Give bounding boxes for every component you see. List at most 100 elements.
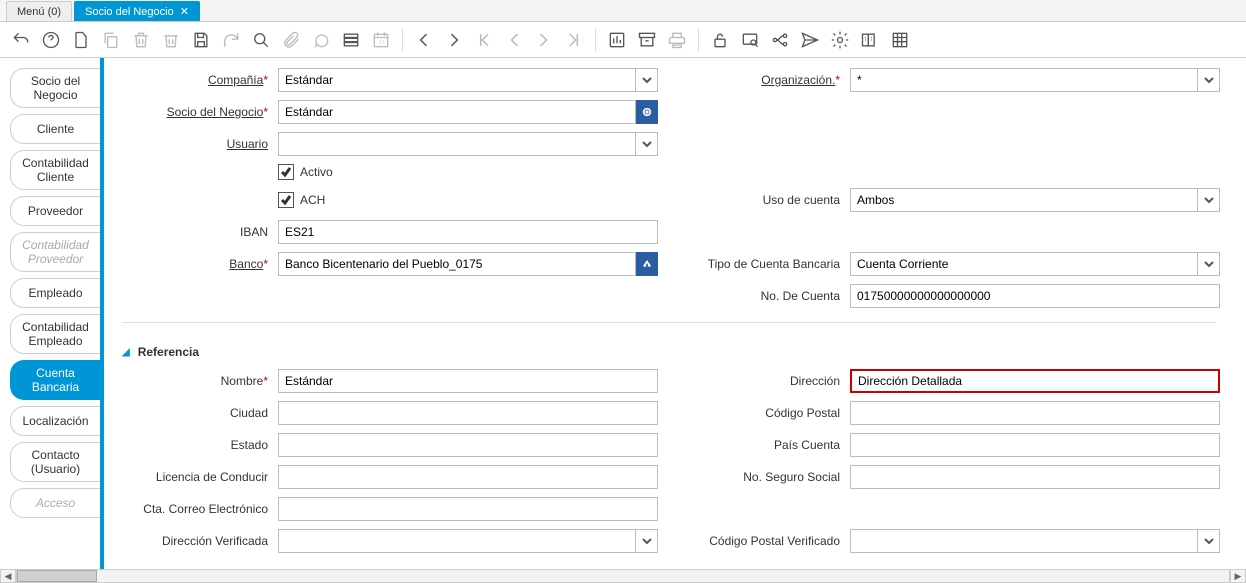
input-pais-cuenta[interactable] <box>850 433 1220 457</box>
sidetab-contab-proveedor[interactable]: ContabilidadProveedor <box>10 232 100 272</box>
sidetab-localizacion[interactable]: Localización <box>10 406 100 436</box>
label-no-cuenta: No. De Cuenta <box>761 289 840 303</box>
sidetab-acceso[interactable]: Acceso <box>10 488 100 518</box>
csv-icon[interactable] <box>889 29 911 51</box>
print-icon[interactable] <box>666 29 688 51</box>
label-organizacion: Organización. <box>761 73 835 87</box>
label-codigo-postal: Código Postal <box>765 406 840 420</box>
input-correo[interactable] <box>278 497 658 521</box>
tab-socio[interactable]: Socio del Negocio ✕ <box>74 1 200 21</box>
input-dir-verif[interactable] <box>278 529 636 553</box>
dropdown-cp-verif[interactable] <box>1198 529 1220 553</box>
label-socio: Socio del Negocio <box>167 105 264 119</box>
delete-icon[interactable] <box>130 29 152 51</box>
input-cp-verif[interactable] <box>850 529 1198 553</box>
scroll-right-icon[interactable]: ▶ <box>1230 569 1246 583</box>
label-usuario: Usuario <box>227 137 268 151</box>
toolbar-separator-3 <box>698 28 699 52</box>
sidetab-cliente[interactable]: Cliente <box>10 114 100 144</box>
sidetab-socio[interactable]: Socio delNegocio <box>10 68 100 108</box>
sidetab-label: Acceso <box>36 496 75 510</box>
report-icon[interactable] <box>606 29 628 51</box>
label-banco: Banco <box>229 257 263 271</box>
input-codigo-postal[interactable] <box>850 401 1220 425</box>
prev-rec-icon[interactable] <box>503 29 525 51</box>
lock-icon[interactable] <box>709 29 731 51</box>
send-icon[interactable] <box>799 29 821 51</box>
toggle-grid-icon[interactable] <box>340 29 362 51</box>
product-attrib-icon[interactable] <box>859 29 881 51</box>
form-content: Compañía* Organización.* Socio del Negoc… <box>104 58 1246 583</box>
label-ciudad: Ciudad <box>230 406 268 420</box>
input-usuario[interactable] <box>278 132 636 156</box>
tab-menu[interactable]: Menú (0) <box>6 1 72 21</box>
scroll-left-icon[interactable]: ◀ <box>0 569 16 583</box>
input-ciudad[interactable] <box>278 401 658 425</box>
checkbox-ach[interactable] <box>278 192 294 208</box>
input-banco[interactable] <box>278 252 636 276</box>
sidetab-contab-cliente[interactable]: ContabilidadCliente <box>10 150 100 190</box>
label-licencia: Licencia de Conducir <box>156 470 268 484</box>
refresh-icon[interactable] <box>220 29 242 51</box>
undo-icon[interactable] <box>10 29 32 51</box>
dropdown-uso-cuenta[interactable] <box>1198 188 1220 212</box>
required-marker: * <box>263 105 268 119</box>
sidetab-proveedor[interactable]: Proveedor <box>10 196 100 226</box>
input-licencia[interactable] <box>278 465 658 489</box>
attach-icon[interactable] <box>280 29 302 51</box>
sidetab-label: Proveedor <box>28 204 83 218</box>
input-uso-cuenta[interactable] <box>850 188 1198 212</box>
dropdown-tipo-cuenta[interactable] <box>1198 252 1220 276</box>
input-estado[interactable] <box>278 433 658 457</box>
dropdown-dir-verif[interactable] <box>636 529 658 553</box>
sidetab-contab-empleado[interactable]: ContabilidadEmpleado <box>10 314 100 354</box>
workflow-icon[interactable] <box>769 29 791 51</box>
input-nombre[interactable] <box>278 369 658 393</box>
required-marker: * <box>835 73 840 87</box>
checkbox-activo[interactable] <box>278 164 294 180</box>
next-icon[interactable] <box>443 29 465 51</box>
new-icon[interactable] <box>70 29 92 51</box>
save-icon[interactable] <box>190 29 212 51</box>
calendar-icon[interactable]: 31 <box>370 29 392 51</box>
input-iban[interactable] <box>278 220 658 244</box>
prev-icon[interactable] <box>413 29 435 51</box>
gear-icon[interactable] <box>829 29 851 51</box>
delete-selection-icon[interactable] <box>160 29 182 51</box>
assist-banco[interactable] <box>636 252 658 276</box>
zoom-icon[interactable] <box>739 29 761 51</box>
label-dir-verif: Dirección Verificada <box>162 534 268 548</box>
search-icon[interactable] <box>250 29 272 51</box>
sidetab-contacto[interactable]: Contacto(Usuario) <box>10 442 100 482</box>
sidetab-empleado[interactable]: Empleado <box>10 278 100 308</box>
help-icon[interactable] <box>40 29 62 51</box>
toolbar-separator-2 <box>595 28 596 52</box>
dropdown-compania[interactable] <box>636 68 658 92</box>
label-uso-cuenta: Uso de cuenta <box>763 193 840 207</box>
sidetab-cuenta-bancaria[interactable]: CuentaBancaria <box>10 360 100 400</box>
next-rec-icon[interactable] <box>533 29 555 51</box>
tab-menu-label: Menú (0) <box>17 6 61 18</box>
last-icon[interactable] <box>563 29 585 51</box>
assist-socio[interactable] <box>636 100 658 124</box>
close-icon[interactable]: ✕ <box>180 5 189 18</box>
input-compania[interactable] <box>278 68 636 92</box>
chat-icon[interactable] <box>310 29 332 51</box>
input-no-cuenta[interactable] <box>850 284 1220 308</box>
copy-icon[interactable] <box>100 29 122 51</box>
dropdown-organizacion[interactable] <box>1198 68 1220 92</box>
input-socio[interactable] <box>278 100 636 124</box>
horizontal-scrollbar[interactable]: ◀ ▶ <box>0 569 1246 583</box>
input-direccion[interactable] <box>850 369 1220 393</box>
input-organizacion[interactable] <box>850 68 1198 92</box>
side-tabs: Socio delNegocio Cliente ContabilidadCli… <box>0 58 104 583</box>
sidetab-label: Localización <box>22 414 88 428</box>
dropdown-usuario[interactable] <box>636 132 658 156</box>
label-activo: Activo <box>300 165 333 179</box>
scroll-thumb[interactable] <box>17 570 97 582</box>
first-icon[interactable] <box>473 29 495 51</box>
archive-icon[interactable] <box>636 29 658 51</box>
input-tipo-cuenta[interactable] <box>850 252 1198 276</box>
input-seguro[interactable] <box>850 465 1220 489</box>
section-referencia-header[interactable]: ◢ Referencia <box>122 345 1216 359</box>
